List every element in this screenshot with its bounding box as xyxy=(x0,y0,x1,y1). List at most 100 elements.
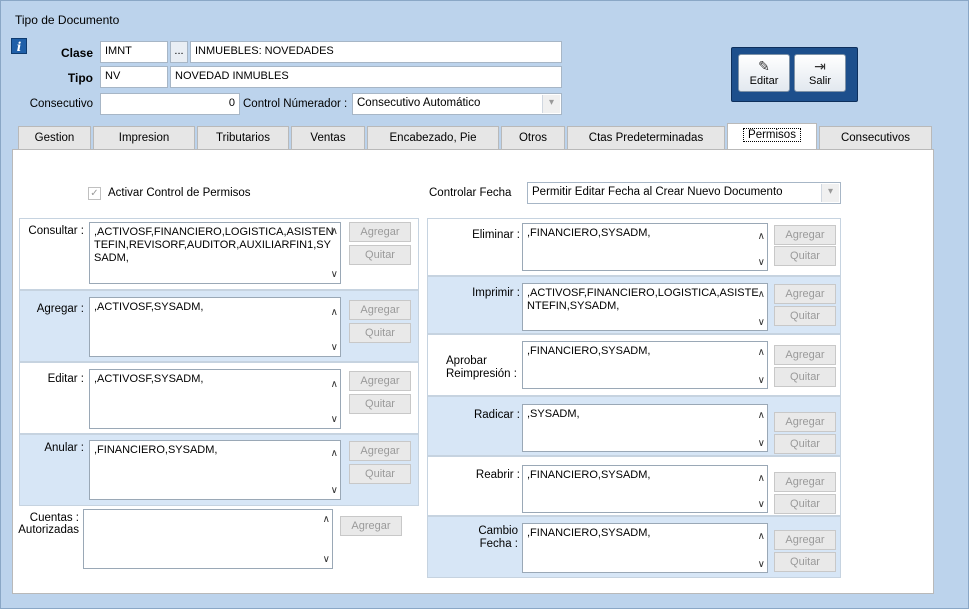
eliminar-textarea[interactable]: ,FINANCIERO,SYSADM, ∧ ∨ xyxy=(522,223,768,271)
eliminar-label: Eliminar : xyxy=(472,229,520,241)
exit-door-icon: ⇥ xyxy=(814,58,826,74)
imprimir-agregar-button[interactable]: Agregar xyxy=(774,284,836,304)
scroll-down-icon[interactable]: ∨ xyxy=(758,498,765,511)
tab-consecutivos[interactable]: Consecutivos xyxy=(819,126,932,150)
imprimir-textarea[interactable]: ,ACTIVOSF,FINANCIERO,LOGISTICA,ASISTENTE… xyxy=(522,283,768,331)
anular-agregar-button[interactable]: Agregar xyxy=(349,441,411,461)
document-type-window: Tipo de Documento i Clase IMNT ... INMUE… xyxy=(0,0,969,609)
cuentas-label: Cuentas : xyxy=(29,512,79,524)
tab-encabezado-pie[interactable]: Encabezado, Pie xyxy=(367,126,499,150)
scroll-down-icon[interactable]: ∨ xyxy=(331,484,338,497)
controlar-fecha-select[interactable]: Permitir Editar Fecha al Crear Nuevo Doc… xyxy=(527,182,841,204)
tipo-description-field[interactable]: NOVEDAD INMUBLES xyxy=(170,66,562,88)
scroll-down-icon[interactable]: ∨ xyxy=(331,341,338,354)
scroll-down-icon[interactable]: ∨ xyxy=(758,558,765,571)
radicar-textarea[interactable]: ,SYSADM, ∧ ∨ xyxy=(522,404,768,452)
scroll-up-icon[interactable]: ∧ xyxy=(331,306,338,319)
tipo-code-field[interactable]: NV xyxy=(100,66,168,88)
info-icon[interactable]: i xyxy=(11,38,27,54)
reimpresion-label: Reimpresión : xyxy=(446,368,517,380)
eliminar-quitar-button[interactable]: Quitar xyxy=(774,246,836,266)
reabrir-quitar-button[interactable]: Quitar xyxy=(774,494,836,514)
scroll-up-icon[interactable]: ∧ xyxy=(758,530,765,543)
scroll-down-icon[interactable]: ∨ xyxy=(758,374,765,387)
imprimir-group: Imprimir : ,ACTIVOSF,FINANCIERO,LOGISTIC… xyxy=(427,276,841,334)
clase-code-field[interactable]: IMNT xyxy=(100,41,168,63)
tab-otros[interactable]: Otros xyxy=(501,126,565,150)
activar-permisos-label: Activar Control de Permisos xyxy=(108,187,251,199)
tab-permisos[interactable]: Permisos xyxy=(727,123,817,150)
scroll-up-icon[interactable]: ∧ xyxy=(758,472,765,485)
scroll-up-icon[interactable]: ∧ xyxy=(331,378,338,391)
exit-button[interactable]: ⇥ Salir xyxy=(794,54,846,92)
reabrir-value: ,FINANCIERO,SYSADM, xyxy=(527,469,651,481)
scroll-up-icon[interactable]: ∧ xyxy=(758,409,765,422)
anular-textarea[interactable]: ,FINANCIERO,SYSADM, ∧ ∨ xyxy=(89,440,341,500)
clase-description-field[interactable]: INMUEBLES: NOVEDADES xyxy=(190,41,562,63)
consecutivo-label: Consecutivo xyxy=(29,98,93,110)
reabrir-textarea[interactable]: ,FINANCIERO,SYSADM, ∧ ∨ xyxy=(522,465,768,513)
agregar-textarea[interactable]: ,ACTIVOSF,SYSADM, ∧ ∨ xyxy=(89,297,341,357)
imprimir-label: Imprimir : xyxy=(472,287,520,299)
scroll-up-icon[interactable]: ∧ xyxy=(331,225,338,238)
anular-value: ,FINANCIERO,SYSADM, xyxy=(94,444,218,456)
scroll-up-icon[interactable]: ∧ xyxy=(331,447,338,460)
aprobar-value: ,FINANCIERO,SYSADM, xyxy=(527,345,651,357)
autorizadas-label: Autorizadas xyxy=(18,524,79,536)
radicar-value: ,SYSADM, xyxy=(527,408,580,420)
consultar-quitar-button[interactable]: Quitar xyxy=(349,245,411,265)
tab-ventas[interactable]: Ventas xyxy=(291,126,365,150)
tab-impresion[interactable]: Impresion xyxy=(93,126,195,150)
exit-button-label: Salir xyxy=(808,75,831,87)
toolbar: ✎ Editar ⇥ Salir xyxy=(731,47,858,102)
scroll-up-icon[interactable]: ∧ xyxy=(758,230,765,243)
agregar-quitar-button[interactable]: Quitar xyxy=(349,323,411,343)
consultar-agregar-button[interactable]: Agregar xyxy=(349,222,411,242)
control-numerador-label: Control Númerador : xyxy=(243,98,348,110)
editar-quitar-button[interactable]: Quitar xyxy=(349,394,411,414)
cambio-fecha-textarea[interactable]: ,FINANCIERO,SYSADM, ∧ ∨ xyxy=(522,523,768,573)
scroll-down-icon[interactable]: ∨ xyxy=(758,437,765,450)
editar-value: ,ACTIVOSF,SYSADM, xyxy=(94,373,204,385)
consultar-group: Consultar : ,ACTIVOSF,FINANCIERO,LOGISTI… xyxy=(19,218,419,290)
cuentas-agregar-button[interactable]: Agregar xyxy=(340,516,402,536)
consecutivo-field[interactable]: 0 xyxy=(100,93,240,115)
cambio-fecha-value: ,FINANCIERO,SYSADM, xyxy=(527,527,651,539)
eliminar-agregar-button[interactable]: Agregar xyxy=(774,225,836,245)
tab-gestion[interactable]: Gestion xyxy=(18,126,91,150)
scroll-down-icon[interactable]: ∨ xyxy=(331,413,338,426)
scroll-down-icon[interactable]: ∨ xyxy=(758,256,765,269)
aprobar-agregar-button[interactable]: Agregar xyxy=(774,345,836,365)
cambio-fecha-quitar-button[interactable]: Quitar xyxy=(774,552,836,572)
cambio-fecha-group: Cambio Fecha : ,FINANCIERO,SYSADM, ∧ ∨ A… xyxy=(427,516,841,578)
imprimir-quitar-button[interactable]: Quitar xyxy=(774,306,836,326)
eliminar-group: Eliminar : ,FINANCIERO,SYSADM, ∧ ∨ Agreg… xyxy=(427,218,841,276)
scroll-up-icon[interactable]: ∧ xyxy=(758,346,765,359)
tab-tributarios[interactable]: Tributarios xyxy=(197,126,289,150)
aprobar-textarea[interactable]: ,FINANCIERO,SYSADM, ∧ ∨ xyxy=(522,341,768,389)
browse-clase-button[interactable]: ... xyxy=(170,41,188,63)
aprobar-reimpresion-group: Aprobar Reimpresión : ,FINANCIERO,SYSADM… xyxy=(427,334,841,396)
cuentas-autorizadas-textarea[interactable]: ∧ ∨ xyxy=(83,509,333,569)
clase-label: Clase xyxy=(60,46,93,60)
aprobar-label: Aprobar xyxy=(446,355,487,367)
activar-permisos-checkbox[interactable]: ✓ xyxy=(88,187,101,200)
radicar-quitar-button[interactable]: Quitar xyxy=(774,434,836,454)
agregar-agregar-button[interactable]: Agregar xyxy=(349,300,411,320)
tab-ctas-predeterminadas[interactable]: Ctas Predeterminadas xyxy=(567,126,725,150)
scroll-up-icon[interactable]: ∧ xyxy=(758,288,765,301)
reabrir-agregar-button[interactable]: Agregar xyxy=(774,472,836,492)
editar-textarea[interactable]: ,ACTIVOSF,SYSADM, ∧ ∨ xyxy=(89,369,341,429)
scroll-down-icon[interactable]: ∨ xyxy=(323,553,330,566)
editar-agregar-button[interactable]: Agregar xyxy=(349,371,411,391)
control-numerador-select[interactable]: Consecutivo Automático ▾ xyxy=(352,93,562,115)
scroll-down-icon[interactable]: ∨ xyxy=(331,268,338,281)
anular-quitar-button[interactable]: Quitar xyxy=(349,464,411,484)
scroll-up-icon[interactable]: ∧ xyxy=(323,513,330,526)
edit-button[interactable]: ✎ Editar xyxy=(738,54,790,92)
aprobar-quitar-button[interactable]: Quitar xyxy=(774,367,836,387)
cambio-fecha-agregar-button[interactable]: Agregar xyxy=(774,530,836,550)
scroll-down-icon[interactable]: ∨ xyxy=(758,316,765,329)
radicar-agregar-button[interactable]: Agregar xyxy=(774,412,836,432)
consultar-textarea[interactable]: ,ACTIVOSF,FINANCIERO,LOGISTICA,ASISTENTE… xyxy=(89,222,341,284)
